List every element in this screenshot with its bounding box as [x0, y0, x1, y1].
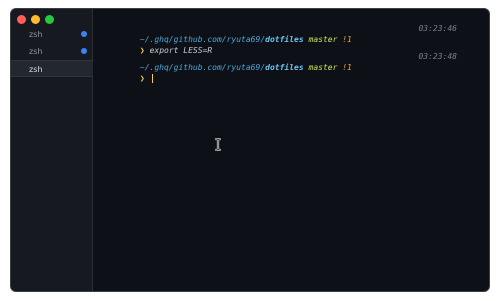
- prompt-info-line: ~/.ghq/github.com/ryuta69/dotfiles maste…: [111, 23, 481, 44]
- timestamp: 03:23:48: [418, 52, 457, 61]
- timestamp: 03:23:46: [418, 24, 457, 33]
- text-cursor: [151, 74, 153, 83]
- tab-zsh-2[interactable]: zsh: [11, 43, 93, 60]
- ibeam-cursor-icon: [215, 138, 221, 151]
- tab-sidebar: zsh zsh zsh: [11, 9, 93, 291]
- prompt-chevron-icon: ❯: [139, 74, 145, 83]
- tab-list: zsh zsh zsh: [11, 30, 93, 77]
- active-command-line[interactable]: ❯: [111, 62, 481, 83]
- close-window-button[interactable]: [17, 15, 26, 24]
- terminal-window: zsh zsh zsh ~/.ghq/github.com/ryuta69/do…: [10, 8, 490, 292]
- minimize-window-button[interactable]: [31, 15, 40, 24]
- tab-label: zsh: [29, 65, 43, 74]
- tab-label: zsh: [29, 30, 43, 39]
- tab-label: zsh: [29, 47, 43, 56]
- prompt-info-line: ~/.ghq/github.com/ryuta69/dotfiles maste…: [111, 51, 481, 72]
- activity-dot-icon: [81, 31, 87, 37]
- activity-dot-icon: [81, 48, 87, 54]
- window-controls: [17, 15, 54, 25]
- tab-zsh-3-active[interactable]: zsh: [11, 60, 93, 77]
- maximize-window-button[interactable]: [45, 15, 54, 24]
- terminal-output[interactable]: ~/.ghq/github.com/ryuta69/dotfiles maste…: [111, 23, 481, 283]
- command-line: ❯ export LESS=R: [111, 34, 481, 55]
- tab-zsh-1[interactable]: zsh: [11, 26, 93, 43]
